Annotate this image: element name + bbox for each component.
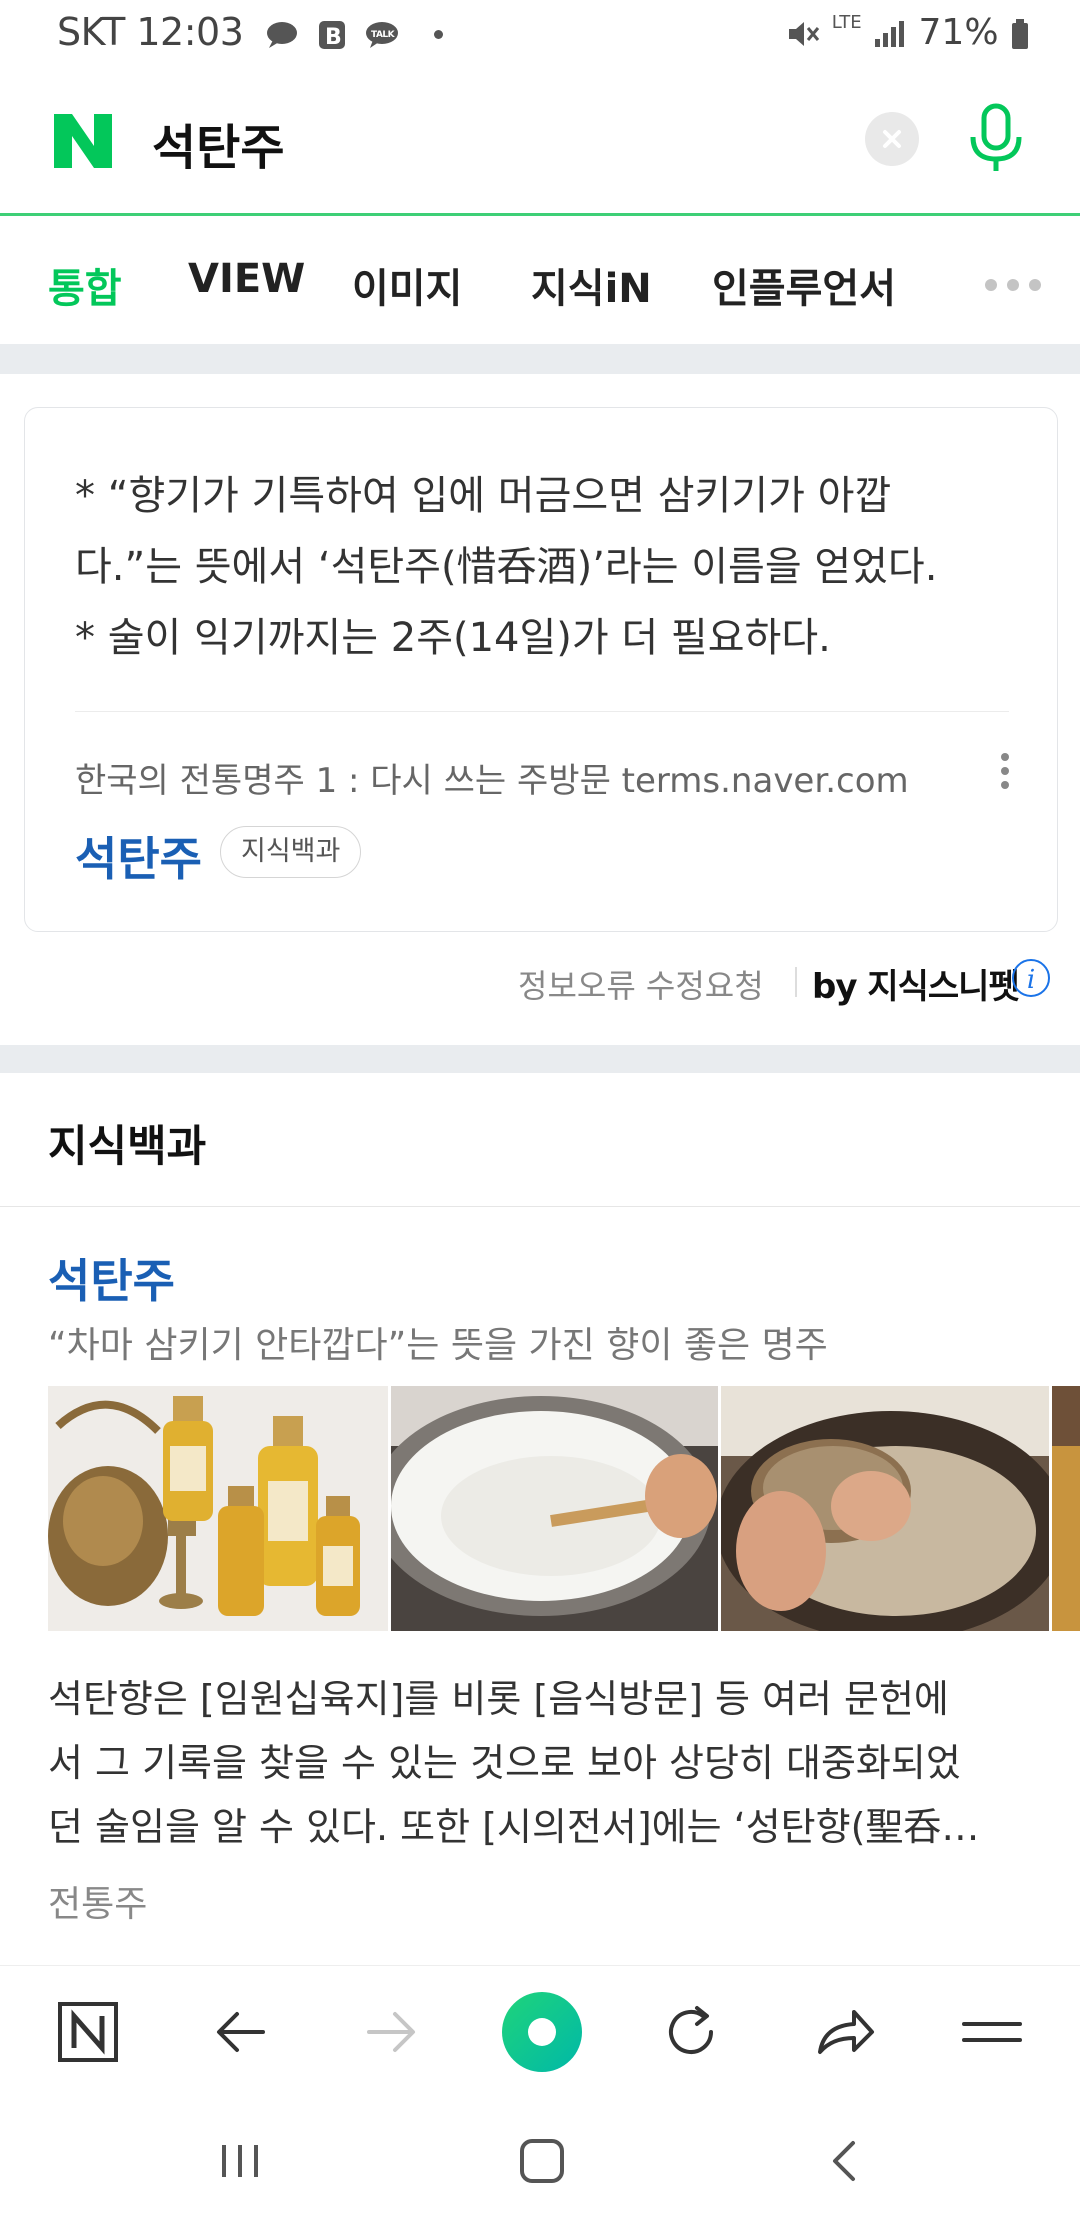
info-icon[interactable]: i	[1012, 959, 1050, 997]
battery-percent: 71%	[918, 12, 999, 53]
more-options-icon[interactable]	[997, 753, 1013, 793]
share-icon[interactable]	[808, 1996, 880, 2068]
signal-icon	[875, 21, 905, 47]
status-right: LTE 71%	[786, 12, 1030, 53]
footer-separator	[795, 967, 797, 997]
entry-description-line: 서 그 기록을 찾을 수 있는 것으로 보아 상당히 대중화되었	[48, 1741, 961, 1785]
tab-knowledge-in[interactable]: 지식iN	[531, 256, 652, 314]
gallery-image[interactable]	[48, 1386, 388, 1631]
chat-bubble-icon	[266, 21, 297, 48]
snippet-brand: by 지식스니펫	[812, 967, 1020, 1007]
tab-images[interactable]: 이미지	[352, 256, 462, 314]
tab-integrated[interactable]: 통합	[48, 256, 122, 314]
gallery-image[interactable]	[721, 1386, 1049, 1631]
close-icon	[883, 130, 901, 148]
svg-text:TALK: TALK	[371, 30, 396, 40]
knowledge-snippet-card: * “향기가 기특하여 입에 머금으면 삼키기가 아깝 다.”는 뜻에서 ‘석탄…	[24, 407, 1058, 932]
naver-logo-icon[interactable]	[52, 110, 114, 172]
tab-influencer[interactable]: 인플루언서	[712, 256, 896, 314]
more-dot-icon	[985, 279, 997, 291]
refresh-icon[interactable]	[655, 1996, 727, 2068]
report-error-link[interactable]: 정보오류 수정요청	[518, 961, 764, 1007]
home-icon[interactable]	[512, 2135, 572, 2187]
status-bar: SKT 12:03 B TALK LTE 71%	[0, 0, 1080, 68]
naver-home-icon[interactable]	[52, 1996, 124, 2068]
section-heading: 지식백과	[48, 1122, 207, 1172]
entry-title-link[interactable]: 석탄주	[48, 1245, 175, 1311]
battery-icon	[1012, 19, 1028, 49]
section-divider	[0, 1045, 1080, 1073]
gallery-image[interactable]	[1052, 1386, 1080, 1631]
entry-subtitle: “차마 삼키기 안타깝다”는 뜻을 가진 향이 좋은 명주	[48, 1325, 828, 1366]
snippet-source-link[interactable]: 한국의 전통명주 1 : 다시 쓰는 주방문 terms.naver.com	[75, 753, 909, 802]
gallery-image[interactable]	[391, 1386, 718, 1631]
more-tabs-button[interactable]	[985, 276, 1051, 295]
browser-toolbar	[0, 1965, 1080, 2098]
mute-icon	[789, 22, 820, 46]
snippet-text-line: * 술이 익기까지는 2주(14일)가 더 필요하다.	[75, 615, 831, 661]
back-icon[interactable]	[815, 2135, 875, 2187]
entry-description-line: 던 술임을 알 수 있다. 또한 [시의전서]에는 ‘성탄향(聖呑…	[48, 1805, 980, 1849]
recent-apps-icon[interactable]	[210, 2135, 270, 2187]
carrier-time: SKT 12:03	[57, 10, 244, 54]
forward-arrow-icon[interactable]	[355, 1996, 427, 2068]
green-dot-button-icon[interactable]	[500, 1990, 584, 2074]
entry-category[interactable]: 전통주	[48, 1875, 147, 1927]
section-divider	[0, 344, 1080, 374]
snippet-footer: 정보오류 수정요청 by 지식스니펫 i	[0, 955, 1080, 1007]
source-badge: 지식백과	[220, 826, 362, 878]
more-dot-icon	[1007, 279, 1019, 291]
system-nav-bar	[0, 2097, 1080, 2220]
section-heading-divider	[0, 1206, 1080, 1207]
snippet-divider	[75, 711, 1009, 712]
clear-search-button[interactable]	[865, 112, 919, 166]
dot-icon	[433, 30, 443, 39]
back-arrow-icon[interactable]	[205, 1996, 277, 2068]
status-left: SKT 12:03 B TALK	[57, 10, 443, 54]
snippet-title-link[interactable]: 석탄주	[75, 823, 202, 889]
image-gallery[interactable]	[48, 1386, 1080, 1631]
svg-text:B: B	[325, 25, 341, 50]
menu-icon[interactable]	[956, 1996, 1028, 2068]
entry-description-line: 석탄향은 [임원십육지]를 비롯 [음식방문] 등 여러 문헌에	[48, 1677, 949, 1721]
blog-b-icon: B	[318, 20, 345, 50]
search-input[interactable]: 석탄주	[152, 108, 284, 178]
kakaotalk-icon: TALK	[366, 21, 399, 48]
search-tabs: 통합 VIEW 이미지 지식iN 인플루언서	[0, 216, 1080, 344]
more-dot-icon	[1029, 279, 1041, 291]
search-header: 석탄주	[0, 68, 1080, 216]
network-type: LTE	[831, 12, 862, 33]
snippet-text-line: * “향기가 기특하여 입에 머금으면 삼키기가 아깝	[75, 473, 892, 519]
snippet-text-line: 다.”는 뜻에서 ‘석탄주(惜呑酒)’라는 이름을 얻었다.	[75, 544, 938, 590]
microphone-icon[interactable]	[965, 103, 1027, 175]
tab-view[interactable]: VIEW	[188, 256, 305, 302]
